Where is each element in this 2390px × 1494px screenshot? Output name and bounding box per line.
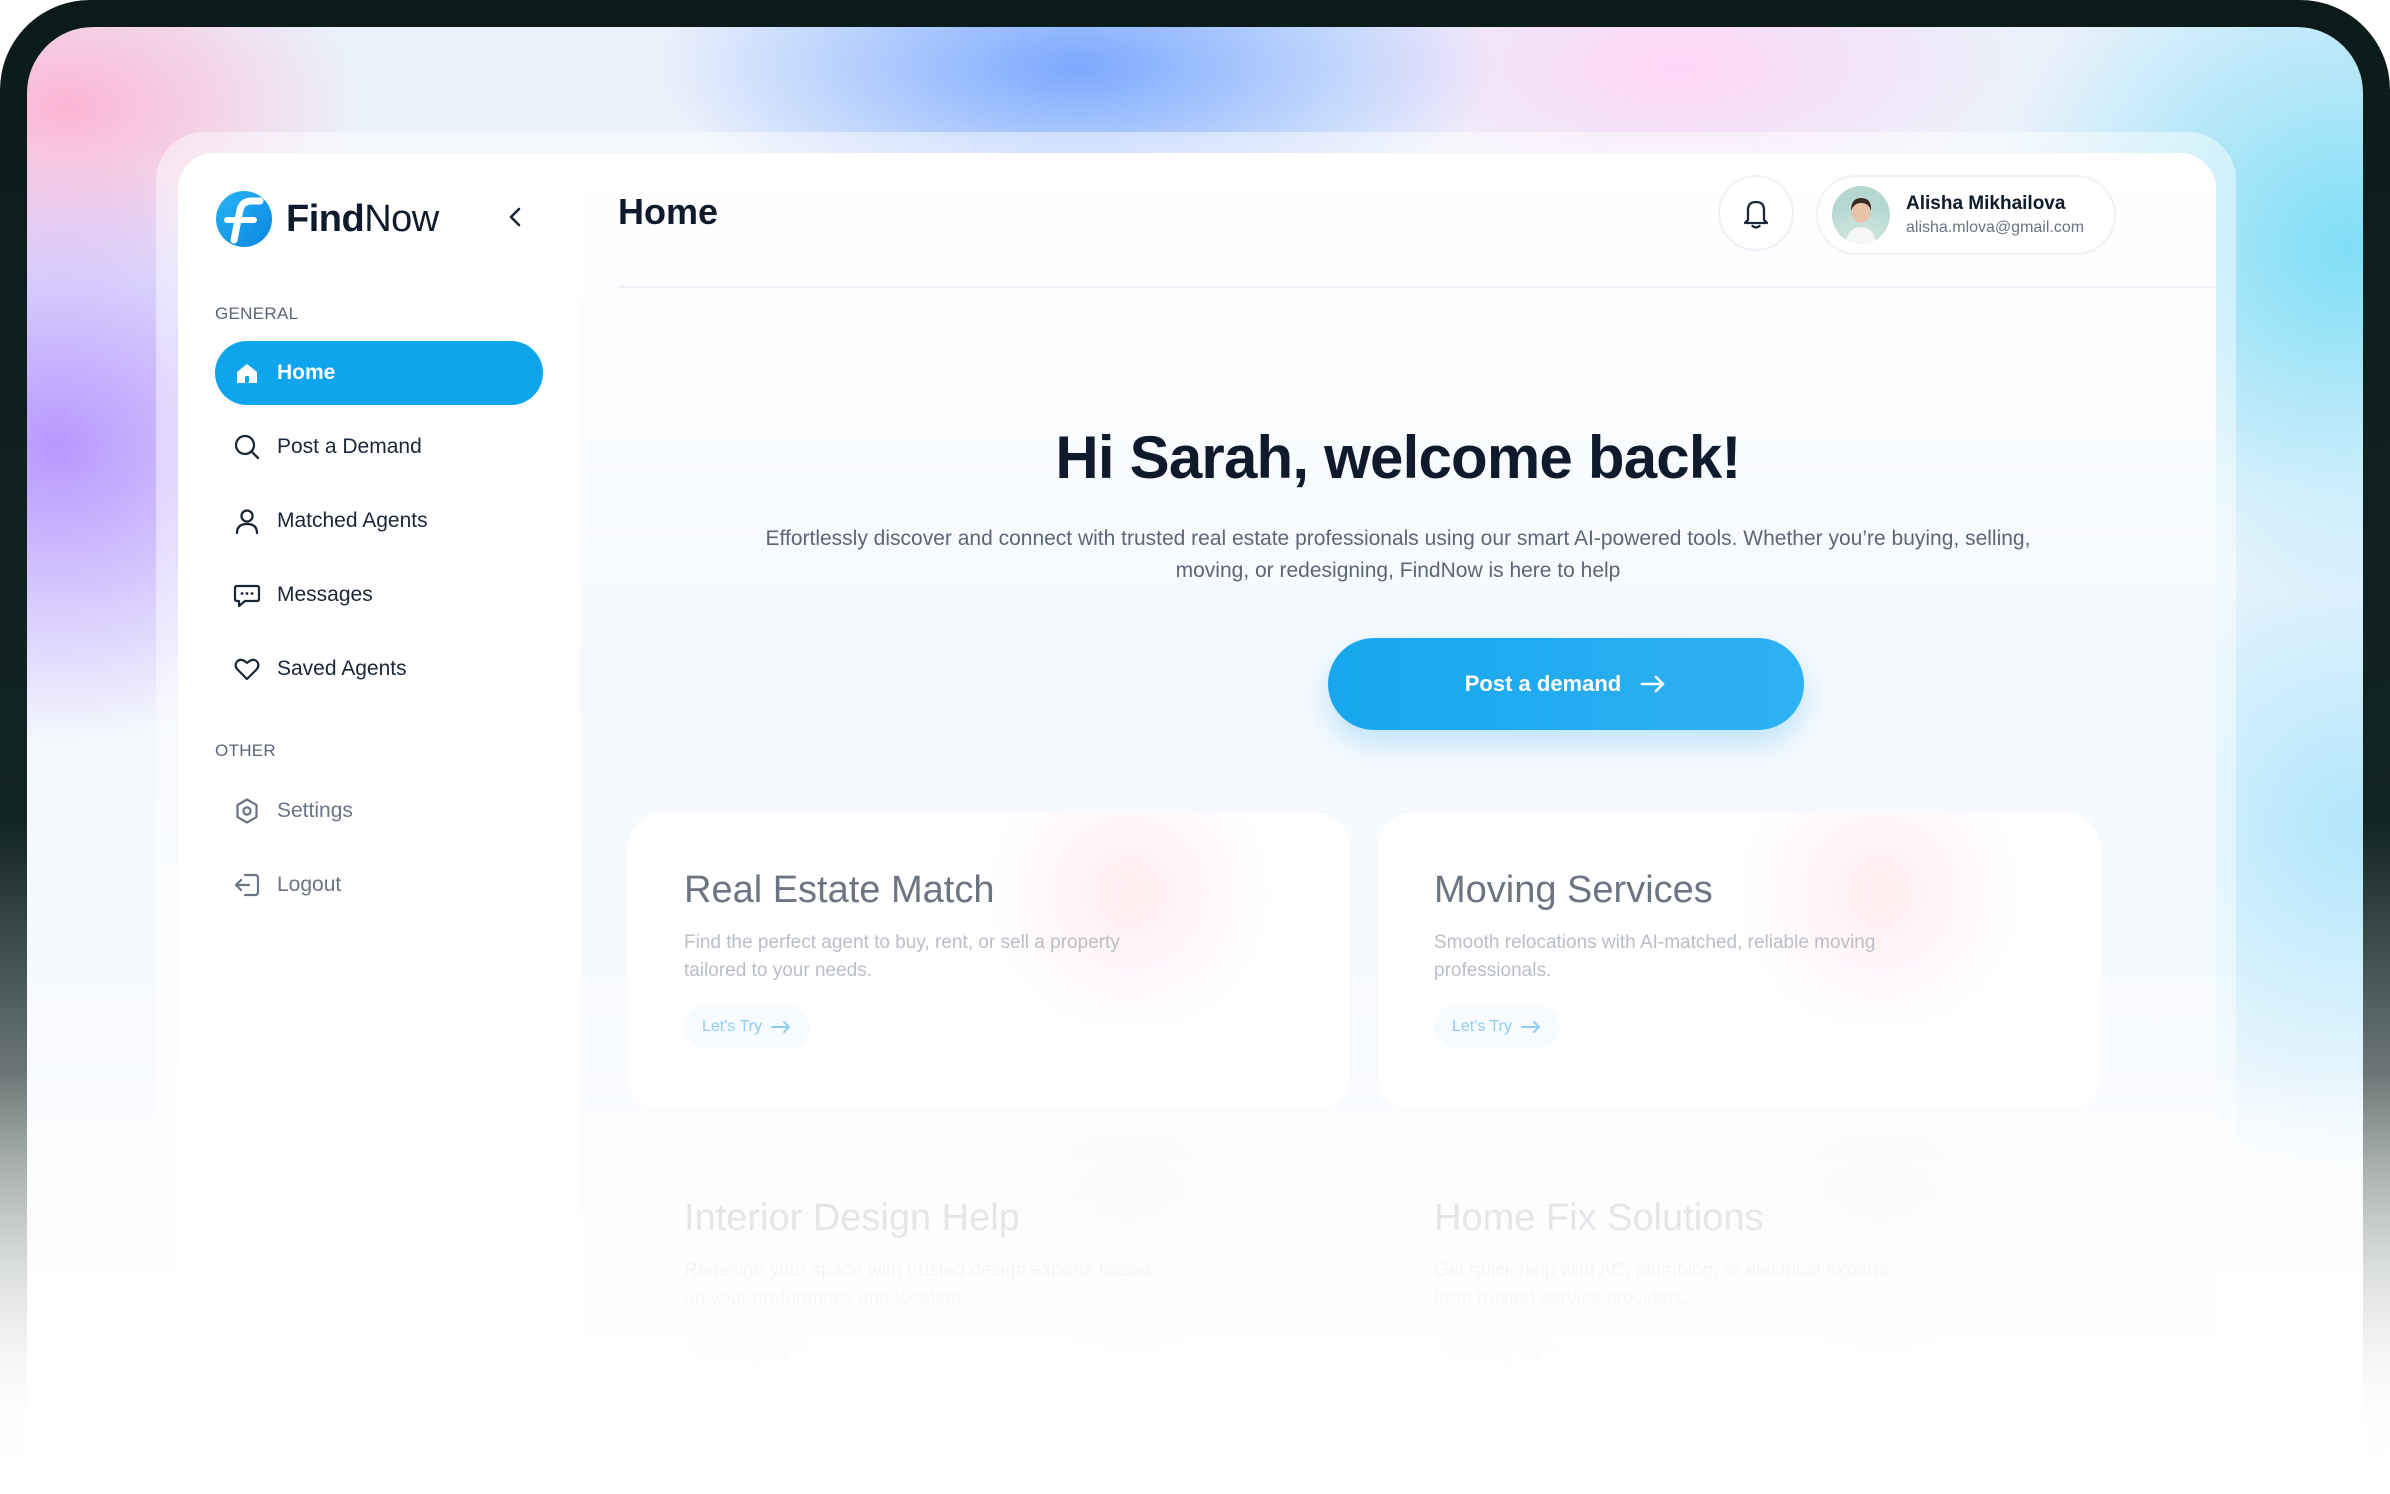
app-window: FindNow GENERAL Home Post a Demand Match… [178,153,2216,1494]
chat-icon [231,579,263,611]
card-description: Get quick help with AC, plumbing, or ele… [1434,1260,1889,1309]
chevron-left-icon [509,207,521,227]
section-label-other: OTHER [215,741,276,760]
user-name: Alisha Mikhailova [1906,193,2066,214]
sidebar-item-messages[interactable]: Messages [215,563,543,627]
cta-label: Post a demand [1464,671,1622,696]
logout-icon [231,869,263,901]
sidebar-item-home[interactable]: Home [215,341,543,405]
arrow-right-icon [770,1020,792,1034]
service-card-real-estate-match[interactable]: Real Estate Match Find the perfect agent… [628,813,1350,1109]
sidebar-item-settings[interactable]: Settings [215,779,543,843]
card-title: Interior Design Help [684,1197,1020,1239]
welcome-heading: Hi Sarah, welcome back! [1055,424,1741,491]
service-card-moving-services[interactable]: Moving Services Smooth relocations with … [1378,813,2100,1109]
service-card-interior-design-help[interactable]: Interior Design Help Redesign your space… [628,1141,1350,1437]
sidebar: FindNow GENERAL Home Post a Demand Match… [178,153,580,1494]
card-description: Redesign your space with trusted design … [684,1260,1151,1309]
post-a-demand-button[interactable]: Post a demand [1328,638,1804,730]
card-description: Find the perfect agent to buy, rent, or … [684,932,1120,981]
sidebar-item-label: Home [277,361,336,384]
sidebar-item-matched-agents[interactable]: Matched Agents [215,489,543,553]
card-title: Moving Services [1434,869,1713,911]
lets-try-button[interactable]: Let's Try [1434,1005,1560,1049]
brand-name: FindNow [286,198,439,241]
card-title: Home Fix Solutions [1434,1197,1764,1239]
main-content: Home Alisha Mikhailova alisha.mlova@gmai… [580,153,2216,1494]
bell-icon [1743,200,1769,229]
lets-try-label: Let's Try [1452,1018,1512,1035]
arrow-right-icon [1639,674,1667,694]
sidebar-item-label: Post a Demand [277,435,422,458]
arrow-right-icon [1520,1348,1542,1362]
header-divider [618,286,2216,288]
section-label-general: GENERAL [215,304,299,323]
welcome-subtitle: Effortlessly discover and connect with t… [765,527,2031,582]
settings-icon [231,795,263,827]
lets-try-label: Let's Try [702,1346,762,1363]
sidebar-item-label: Matched Agents [277,509,428,532]
lets-try-button[interactable]: Let's Try [1434,1333,1560,1377]
sidebar-item-post-a-demand[interactable]: Post a Demand [215,415,543,479]
user-info: Alisha Mikhailova alisha.mlova@gmail.com [1906,193,2084,237]
avatar [1832,186,1890,244]
card-title: Real Estate Match [684,869,995,911]
brand-name-light: Now [364,197,439,240]
sidebar-item-logout[interactable]: Logout [215,853,543,917]
logo-mark-icon [216,191,272,247]
sidebar-item-label: Saved Agents [277,657,407,680]
sidebar-item-label: Logout [277,873,342,896]
service-card-home-fix-solutions[interactable]: Home Fix Solutions Get quick help with A… [1378,1141,2100,1437]
lets-try-label: Let's Try [702,1018,762,1035]
sidebar-item-label: Messages [277,583,373,606]
sidebar-item-label: Settings [277,799,353,822]
user-icon [231,505,263,537]
lets-try-button[interactable]: Let's Try [684,1333,810,1377]
card-description: Smooth relocations with AI-matched, reli… [1434,932,1876,981]
collapse-sidebar-button[interactable] [500,201,530,233]
user-email: alisha.mlova@gmail.com [1906,219,2085,236]
lets-try-label: Let's Try [1452,1346,1512,1363]
search-icon [231,431,263,463]
page-title: Home [618,191,719,232]
sidebar-item-saved-agents[interactable]: Saved Agents [215,637,543,701]
user-profile-chip[interactable]: Alisha Mikhailova alisha.mlova@gmail.com [1816,175,2116,255]
home-icon [231,357,263,389]
lets-try-button[interactable]: Let's Try [684,1005,810,1049]
heart-icon [231,653,263,685]
brand-name-bold: Find [286,197,365,240]
notifications-button[interactable] [1718,175,1794,251]
arrow-right-icon [1520,1020,1542,1034]
brand-logo[interactable]: FindNow [214,189,439,249]
arrow-right-icon [770,1348,792,1362]
